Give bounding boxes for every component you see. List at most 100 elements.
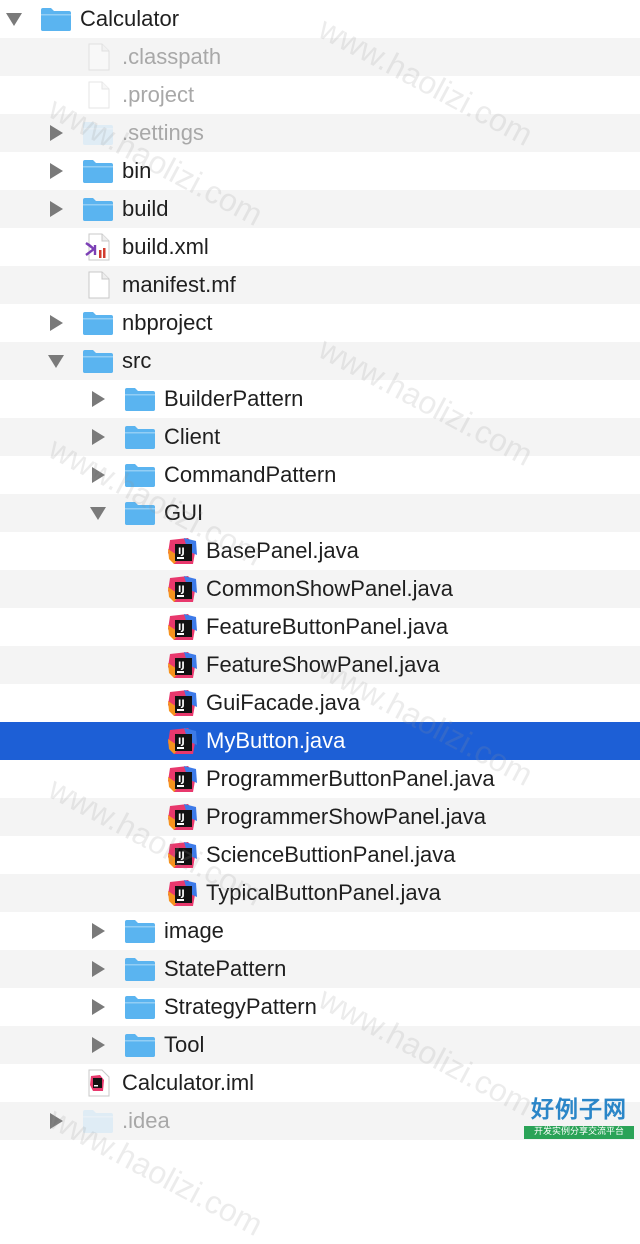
tree-item-label: build.xml (122, 234, 209, 259)
java-file-icon: IJ (166, 689, 198, 717)
tree-row-commonshowpanel-java[interactable]: IJ CommonShowPanel.java (0, 570, 640, 608)
disclosure-collapsed-icon[interactable] (86, 418, 110, 456)
svg-text:IJ: IJ (178, 775, 185, 785)
disclosure-collapsed-icon[interactable] (86, 1026, 110, 1064)
tree-item-label: image (164, 918, 224, 943)
java-file-icon: IJ (166, 575, 198, 603)
tree-item-label: build (122, 196, 169, 221)
tree-row-client[interactable]: Client (0, 418, 640, 456)
folder-icon (82, 347, 114, 375)
svg-text:IJ: IJ (178, 889, 185, 899)
folder-icon (124, 1031, 156, 1059)
tree-row-featureshowpanel-java[interactable]: IJ FeatureShowPanel.java (0, 646, 640, 684)
tree-item-label: StrategyPattern (164, 994, 317, 1019)
disclosure-expanded-icon[interactable] (86, 494, 110, 532)
tree-row-guifacade-java[interactable]: IJ GuiFacade.java (0, 684, 640, 722)
disclosure-expanded-icon[interactable] (2, 0, 26, 38)
tree-item-label: Tool (164, 1032, 205, 1057)
folder-icon (124, 917, 156, 945)
tree-row-calculator[interactable]: Calculator (0, 0, 640, 38)
file-tree: Calculator .classpath .project .settings bin… (0, 0, 640, 1140)
disclosure-collapsed-icon[interactable] (86, 456, 110, 494)
tree-item-label: StatePattern (164, 956, 287, 981)
watermark-logo: 好例子网 开发实例分享交流平台 (524, 1096, 634, 1142)
svg-text:IJ: IJ (178, 813, 185, 823)
java-file-icon: IJ (166, 613, 198, 641)
watermark-logo-subtext: 开发实例分享交流平台 (524, 1126, 634, 1139)
tree-item-label: ScienceButtionPanel.java (206, 842, 456, 867)
tree-row-statepattern[interactable]: StatePattern (0, 950, 640, 988)
disclosure-collapsed-icon[interactable] (86, 988, 110, 1026)
java-file-icon: IJ (166, 537, 198, 565)
java-file-icon: IJ (166, 765, 198, 793)
disclosure-collapsed-icon[interactable] (44, 304, 68, 342)
tree-row-project[interactable]: .project (0, 76, 640, 114)
tree-item-label: FeatureButtonPanel.java (206, 614, 449, 639)
tree-row-typicalbuttonpanel-java[interactable]: IJ TypicalButtonPanel.java (0, 874, 640, 912)
tree-item-label: manifest.mf (122, 272, 236, 297)
tree-row-strategypattern[interactable]: StrategyPattern (0, 988, 640, 1026)
tree-item-label: Client (164, 424, 221, 449)
tree-item-label: BuilderPattern (164, 386, 304, 411)
folder-icon (124, 423, 156, 451)
disclosure-collapsed-icon[interactable] (44, 114, 68, 152)
tree-item-label: MyButton.java (206, 728, 346, 753)
tree-item-label: src (122, 348, 152, 373)
tree-row-classpath[interactable]: .classpath (0, 38, 640, 76)
folder-icon (82, 157, 114, 185)
svg-text:IJ: IJ (178, 737, 185, 747)
tree-row-builderpattern[interactable]: BuilderPattern (0, 380, 640, 418)
tree-row-mybutton-java[interactable]: IJ MyButton.java (0, 722, 640, 760)
tree-row-gui[interactable]: GUI (0, 494, 640, 532)
disclosure-collapsed-icon[interactable] (44, 152, 68, 190)
tree-row-bin[interactable]: bin (0, 152, 640, 190)
tree-item-label: Calculator.iml (122, 1070, 255, 1095)
disclosure-collapsed-icon[interactable] (44, 190, 68, 228)
tree-item-label: GuiFacade.java (206, 690, 361, 715)
folder-icon (124, 993, 156, 1021)
tree-row-featurebuttonpanel-java[interactable]: IJ FeatureButtonPanel.java (0, 608, 640, 646)
tree-row-build-xml[interactable]: build.xml (0, 228, 640, 266)
tree-row-programmershowpanel-java[interactable]: IJ ProgrammerShowPanel.java (0, 798, 640, 836)
tree-row-sciencebuttionpanel-java[interactable]: IJ ScienceButtionPanel.java (0, 836, 640, 874)
tree-item-label: .project (122, 82, 195, 107)
folder-icon (124, 499, 156, 527)
disclosure-collapsed-icon[interactable] (86, 380, 110, 418)
tree-row-tool[interactable]: Tool (0, 1026, 640, 1064)
tree-item-label: nbproject (122, 310, 213, 335)
tree-row-src[interactable]: src (0, 342, 640, 380)
disclosure-collapsed-icon[interactable] (44, 1102, 68, 1140)
svg-text:IJ: IJ (178, 699, 185, 709)
watermark-logo-text: 好例子网 (531, 1097, 627, 1123)
folder-icon (82, 119, 114, 147)
tree-row-build[interactable]: build (0, 190, 640, 228)
tree-row-image[interactable]: image (0, 912, 640, 950)
tree-row-commandpattern[interactable]: CommandPattern (0, 456, 640, 494)
svg-text:IJ: IJ (178, 851, 185, 861)
tree-row-nbproject[interactable]: nbproject (0, 304, 640, 342)
java-file-icon: IJ (166, 651, 198, 679)
intellij-module-file-icon (82, 1069, 114, 1097)
folder-icon (124, 385, 156, 413)
tree-item-label: ProgrammerButtonPanel.java (206, 766, 495, 791)
tree-row-settings[interactable]: .settings (0, 114, 640, 152)
disclosure-collapsed-icon[interactable] (86, 950, 110, 988)
java-file-icon: IJ (166, 727, 198, 755)
tree-item-label: ProgrammerShowPanel.java (206, 804, 487, 829)
document-icon (82, 271, 114, 299)
tree-row-programmerbuttonpanel-java[interactable]: IJ ProgrammerButtonPanel.java (0, 760, 640, 798)
java-file-icon: IJ (166, 879, 198, 907)
folder-icon (40, 5, 72, 33)
tree-item-label: Calculator (80, 6, 180, 31)
disclosure-expanded-icon[interactable] (44, 342, 68, 380)
tree-row-manifest-mf[interactable]: manifest.mf (0, 266, 640, 304)
tree-item-label: BasePanel.java (206, 538, 359, 563)
tree-item-label: .classpath (122, 44, 222, 69)
folder-icon (82, 1107, 114, 1135)
java-file-icon: IJ (166, 803, 198, 831)
disclosure-collapsed-icon[interactable] (86, 912, 110, 950)
folder-icon (124, 955, 156, 983)
document-icon (82, 81, 114, 109)
tree-row-basepanel-java[interactable]: IJ BasePanel.java (0, 532, 640, 570)
document-icon (82, 43, 114, 71)
